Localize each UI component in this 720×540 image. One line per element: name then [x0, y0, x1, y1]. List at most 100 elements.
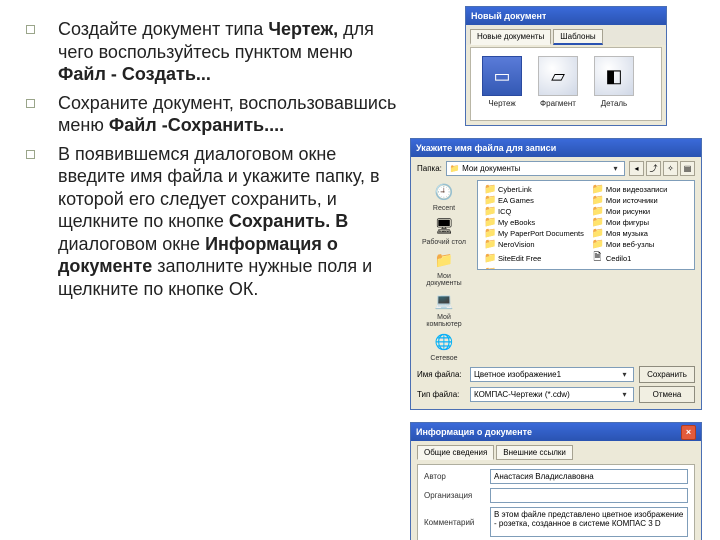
place-label: Мои документы — [419, 273, 469, 287]
comment-field[interactable]: В этом файле представлено цветное изобра… — [490, 507, 688, 537]
places-bar: 🕘 Recent 🖥 Рабочий стол 📁 Мои документы … — [417, 180, 471, 362]
place-label: Мой компьютер — [419, 314, 469, 328]
filename-label: Имя файла: — [417, 370, 465, 379]
chevron-down-icon: ▾ — [619, 370, 630, 379]
doctype-label: Фрагмент — [537, 99, 579, 108]
folder-icon: 📁 — [592, 184, 603, 195]
place-label: Сетевое — [419, 355, 469, 362]
new-document-dialog: Новый документ Новые документы Шаблоны ▭… — [465, 6, 667, 126]
folder-icon: 📁 — [484, 239, 495, 250]
save-file-dialog: Укажите имя файла для записи Папка: 📁 Мо… — [410, 138, 702, 410]
nav-icons: ◂ ⤴ ✧ ▤ — [629, 161, 695, 176]
folder-item[interactable]: 📁My PaperPort Documents — [484, 228, 584, 239]
titlebar: Укажите имя файла для записи — [411, 139, 701, 157]
folder-item[interactable]: 📁Моя музыка — [592, 228, 688, 239]
info-form: Автор Анастасия Владиславовна Организаци… — [417, 464, 695, 540]
doctype-label: Чертеж — [481, 99, 523, 108]
folder-icon: 📁 — [484, 267, 495, 270]
text-bold: Сохранить. В — [229, 211, 348, 231]
document-info-dialog: Информация о документе × Общие сведения … — [410, 422, 702, 540]
folder-item[interactable]: 📁ICQ — [484, 206, 584, 217]
tab-general[interactable]: Общие сведения — [417, 445, 494, 460]
place-mydocs[interactable]: 📁 Мои документы — [419, 248, 469, 287]
place-network[interactable]: 🌐 Сетевое — [419, 330, 469, 362]
document-types: ▭ Чертеж ▱ Фрагмент ◧ Деталь — [470, 47, 662, 121]
folder-icon: 📁 — [592, 217, 603, 228]
window-title: Новый документ — [471, 11, 546, 21]
text: Создайте документ типа — [58, 19, 268, 39]
tab-templates[interactable]: Шаблоны — [553, 29, 602, 45]
filetype-label: Тип файла: — [417, 390, 465, 399]
comment-label: Комментарий — [424, 518, 484, 527]
place-label: Рабочий стол — [419, 239, 469, 246]
close-icon[interactable]: × — [681, 425, 696, 440]
mydocs-icon: 📁 — [431, 248, 457, 272]
folder-item[interactable]: 📁Мои видеозаписи — [592, 184, 688, 195]
chevron-down-icon: ▾ — [610, 164, 621, 173]
folder-icon: 📁 — [484, 217, 495, 228]
save-button[interactable]: Сохранить — [639, 366, 695, 383]
cancel-button[interactable]: Отмена — [639, 386, 695, 403]
list-item: Сохраните документ, воспользовавшись мен… — [10, 92, 402, 137]
instruction-text: Создайте документ типа Чертеж, для чего … — [0, 0, 410, 540]
up-icon[interactable]: ⤴ — [646, 161, 661, 176]
folder-icon: 📁 — [450, 164, 460, 173]
folder-item[interactable]: 📁NeroVision — [484, 239, 584, 250]
window-title: Укажите имя файла для записи — [416, 143, 556, 153]
folder-icon: 📁 — [592, 206, 603, 217]
recent-icon: 🕘 — [431, 180, 457, 204]
mypc-icon: 💻 — [431, 289, 457, 313]
detail-icon: ◧ — [594, 56, 634, 96]
tabs: Новые документы Шаблоны — [466, 25, 666, 45]
org-field[interactable] — [490, 488, 688, 503]
tabs: Общие сведения Внешние ссылки — [417, 445, 695, 460]
folder-icon: 📁 — [484, 253, 495, 264]
text-bold: Файл -Сохранить.... — [109, 115, 284, 135]
folder-icon: 📁 — [484, 184, 495, 195]
folder-item[interactable]: 📁SiteEdit Free — [484, 250, 584, 267]
views-icon[interactable]: ▤ — [680, 161, 695, 176]
tab-new-documents[interactable]: Новые документы — [470, 29, 551, 45]
doctype-drawing[interactable]: ▭ Чертеж — [481, 56, 523, 108]
window-title: Информация о документе — [416, 427, 532, 437]
fragment-icon: ▱ — [538, 56, 578, 96]
file-icon: 🗎 — [592, 250, 603, 267]
folder-item[interactable]: 📁Мои веб-узлы — [592, 239, 688, 250]
screenshots-column: Новый документ Новые документы Шаблоны ▭… — [410, 0, 720, 540]
author-field[interactable]: Анастасия Владиславовна — [490, 469, 688, 484]
tab-external-links[interactable]: Внешние ссылки — [496, 445, 573, 460]
folder-item[interactable]: 📁Мои источники — [592, 195, 688, 206]
folder-item[interactable]: 📁EA Games — [484, 195, 584, 206]
doctype-label: Деталь — [593, 99, 635, 108]
filetype-combo[interactable]: КОМПАС-Чертежи (*.cdw) ▾ — [470, 387, 634, 402]
titlebar: Информация о документе × — [411, 423, 701, 441]
filetype-value: КОМПАС-Чертежи (*.cdw) — [474, 390, 570, 399]
place-desktop[interactable]: 🖥 Рабочий стол — [419, 214, 469, 246]
folder-item[interactable]: 📁Мои рисунки — [592, 206, 688, 217]
slide: Создайте документ типа Чертеж, для чего … — [0, 0, 720, 540]
folder-item[interactable]: 📁Мои фигуры — [592, 217, 688, 228]
file-list[interactable]: 📁CyberLink 📁Мои видеозаписи 📁EA Games 📁М… — [477, 180, 695, 270]
folder-combo[interactable]: 📁 Мои документы ▾ — [446, 161, 625, 176]
doctype-fragment[interactable]: ▱ Фрагмент — [537, 56, 579, 108]
new-folder-icon[interactable]: ✧ — [663, 161, 678, 176]
file-item[interactable]: 🗎Cedilo1 — [592, 250, 688, 267]
info-body: Общие сведения Внешние ссылки Автор Анас… — [411, 441, 701, 540]
text: диалоговом окне — [58, 234, 205, 254]
network-icon: 🌐 — [431, 330, 457, 354]
folder-item[interactable]: 📁Visual Studio 2005 — [484, 267, 584, 270]
folder-item[interactable]: 📁CyberLink — [484, 184, 584, 195]
text-bold: Файл - Создать... — [58, 64, 211, 84]
back-icon[interactable]: ◂ — [629, 161, 644, 176]
folder-icon: 📁 — [592, 195, 603, 206]
save-body: Папка: 📁 Мои документы ▾ ◂ ⤴ ✧ ▤ — [411, 157, 701, 409]
place-mypc[interactable]: 💻 Мой компьютер — [419, 289, 469, 328]
titlebar: Новый документ — [466, 7, 666, 25]
doctype-detail[interactable]: ◧ Деталь — [593, 56, 635, 108]
folder-item[interactable]: 📁My eBooks — [484, 217, 584, 228]
place-recent[interactable]: 🕘 Recent — [419, 180, 469, 212]
drawing-icon: ▭ — [482, 56, 522, 96]
list-item: В появившемся диалоговом окне введите им… — [10, 143, 402, 301]
org-label: Организация — [424, 491, 484, 500]
filename-input[interactable]: Цветное изображение1 ▾ — [470, 367, 634, 382]
